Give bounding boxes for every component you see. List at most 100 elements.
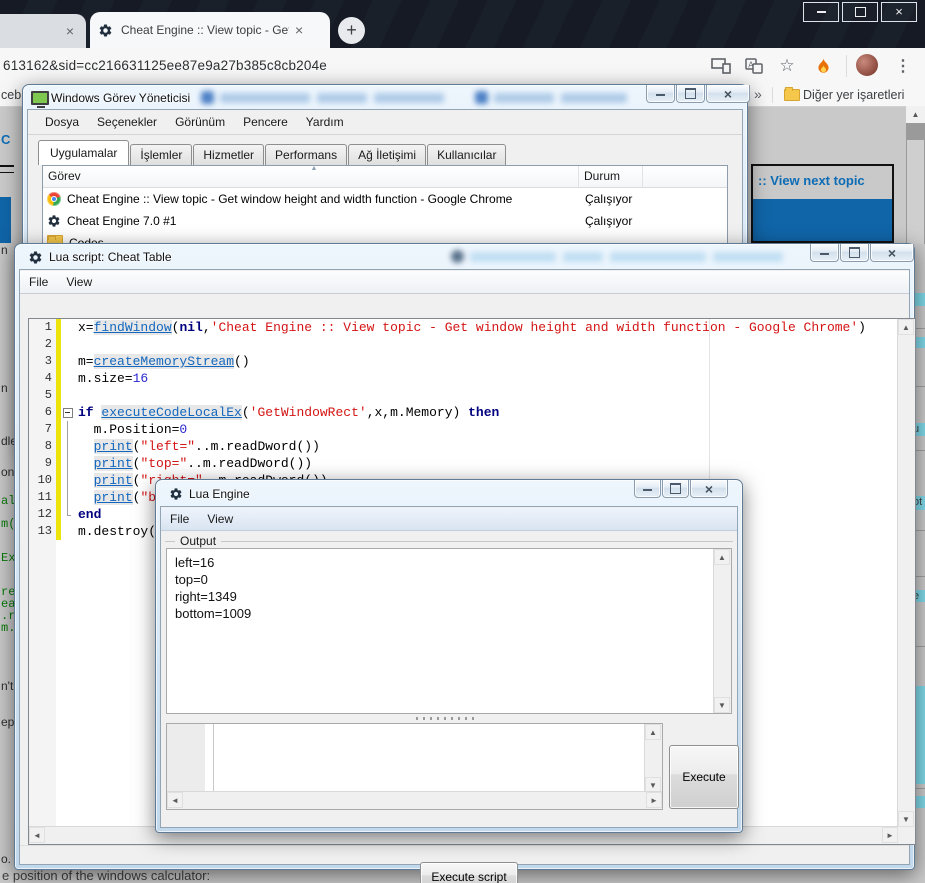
page-bottom-text: e position of the windows calculator: xyxy=(2,868,210,883)
code-text: m.destroy() xyxy=(74,523,164,540)
output-box[interactable]: left=16top=0right=1349bottom=1009 ▲ ▼ xyxy=(166,548,732,714)
menu-item-file[interactable]: File xyxy=(20,272,57,292)
editor-vscrollbar[interactable]: ▲ ▼ xyxy=(897,319,915,827)
scroll-up-icon[interactable]: ▲ xyxy=(906,106,925,123)
browser-maximize-button[interactable] xyxy=(842,2,878,22)
devices-icon[interactable] xyxy=(710,55,732,77)
fold-gutter xyxy=(61,370,74,387)
minimize-button[interactable] xyxy=(634,480,661,498)
menu-item-file[interactable]: File xyxy=(161,509,198,529)
line-number: 5 xyxy=(29,387,56,404)
line-number: 10 xyxy=(29,472,56,489)
code-line[interactable]: 8 print("left="..m.readDword()) xyxy=(29,438,898,455)
execute-button[interactable]: Execute xyxy=(669,745,739,809)
table-row[interactable]: Cheat Engine 7.0 #1Çalışıyor xyxy=(43,210,727,232)
menu-item-dosya[interactable]: Dosya xyxy=(36,112,88,132)
tab-kullanıcılar[interactable]: Kullanıcılar xyxy=(427,144,506,165)
profile-avatar[interactable] xyxy=(856,54,878,76)
address-bar[interactable]: 613162&sid=cc216631125ee87e9a27b385c8cb2… xyxy=(3,58,327,73)
tab-close-icon[interactable]: × xyxy=(295,22,303,38)
other-bookmarks-label[interactable]: Diğer yer işaretleri xyxy=(803,88,904,102)
code-line[interactable]: 3m=createMemoryStream() xyxy=(29,353,898,370)
line-number: 2 xyxy=(29,336,56,353)
view-next-topic-link[interactable]: :: View next topic xyxy=(758,173,865,188)
menu-item-view[interactable]: View xyxy=(57,272,101,292)
menu-item-görünüm[interactable]: Görünüm xyxy=(166,112,234,132)
code-line[interactable]: 4m.size=16 xyxy=(29,370,898,387)
scrollbar-corner xyxy=(898,827,915,844)
scroll-up-icon[interactable]: ▲ xyxy=(714,549,730,565)
close-button[interactable]: × xyxy=(870,244,914,262)
browser-tab-active[interactable]: Cheat Engine :: View topic - Get w × xyxy=(90,12,330,48)
line-number: 1 xyxy=(29,319,56,336)
fold-marker-icon[interactable] xyxy=(61,404,74,421)
menu-item-view[interactable]: View xyxy=(198,509,242,529)
close-button[interactable]: × xyxy=(706,85,750,103)
code-line[interactable]: 9 print("top="..m.readDword()) xyxy=(29,455,898,472)
minimize-button[interactable] xyxy=(646,85,675,103)
tab-performans[interactable]: Performans xyxy=(265,144,347,165)
maximize-button[interactable] xyxy=(840,244,869,262)
column-header-empty[interactable] xyxy=(643,166,727,187)
column-header-task[interactable]: Görev▲ xyxy=(43,166,579,187)
minimize-button[interactable] xyxy=(810,244,839,262)
cheat-engine-gear-icon xyxy=(28,250,43,270)
splitter-handle[interactable] xyxy=(416,717,476,720)
browser-menu-icon[interactable]: ⋮ xyxy=(892,55,914,77)
output-group-label: Output xyxy=(175,534,221,548)
fold-gutter xyxy=(61,387,74,404)
code-text: print("top="..m.readDword()) xyxy=(74,455,312,472)
column-header-status[interactable]: Durum xyxy=(579,166,643,187)
scrollbar-thumb[interactable] xyxy=(907,140,924,244)
input-hscrollbar[interactable]: ◄ ► xyxy=(167,791,662,809)
menu-item-pencere[interactable]: Pencere xyxy=(234,112,297,132)
line-number: 13 xyxy=(29,523,56,540)
script-input-box[interactable]: ▲ ▼ ◄ ► xyxy=(166,723,663,810)
bookmark-fragment[interactable]: ceb xyxy=(1,88,21,102)
scroll-left-icon[interactable]: ◄ xyxy=(29,827,45,843)
maximize-button[interactable] xyxy=(662,480,689,498)
tab-ağ i̇letişimi[interactable]: Ağ İletişimi xyxy=(348,144,426,165)
tab-title: Cheat Engine :: View topic - Get w xyxy=(121,23,289,37)
flame-extension-icon[interactable] xyxy=(812,55,834,77)
page-scrollbar[interactable]: ▲ xyxy=(906,106,925,244)
scroll-up-icon[interactable]: ▲ xyxy=(898,319,914,335)
browser-minimize-button[interactable] xyxy=(803,2,839,22)
tab-hizmetler[interactable]: Hizmetler xyxy=(193,144,264,165)
new-tab-button[interactable]: + xyxy=(338,17,365,44)
maximize-button[interactable] xyxy=(676,85,705,103)
browser-close-button[interactable]: × xyxy=(881,2,917,22)
fold-gutter xyxy=(61,336,74,353)
scroll-up-icon[interactable]: ▲ xyxy=(645,724,661,740)
page-text-fragment: C xyxy=(1,132,10,147)
scroll-left-icon[interactable]: ◄ xyxy=(167,792,183,808)
task-manager-tabs: UygulamalarİşlemlerHizmetlerPerformansAğ… xyxy=(38,140,507,165)
tab-i̇şlemler[interactable]: İşlemler xyxy=(130,144,192,165)
bookmarks-overflow-chevron[interactable]: » xyxy=(754,86,762,102)
menu-item-yardım[interactable]: Yardım xyxy=(297,112,353,132)
execute-script-button[interactable]: Execute script xyxy=(420,862,518,883)
browser-tab-inactive[interactable]: × xyxy=(0,14,86,48)
code-line[interactable]: 6if executeCodeLocalEx('GetWindowRect',x… xyxy=(29,404,898,421)
scroll-down-icon[interactable]: ▼ xyxy=(714,697,730,713)
scroll-down-icon[interactable]: ▼ xyxy=(898,811,914,827)
line-number: 4 xyxy=(29,370,56,387)
close-button[interactable]: × xyxy=(690,480,728,498)
output-line: bottom=1009 xyxy=(175,605,251,622)
code-line[interactable]: 1x=findWindow(nil,'Cheat Engine :: View … xyxy=(29,319,898,336)
window-title: Lua Engine xyxy=(189,487,250,501)
page-text-fragment: n xyxy=(1,381,8,395)
code-line[interactable]: 5 xyxy=(29,387,898,404)
translate-icon[interactable]: A xyxy=(743,55,765,77)
scroll-right-icon[interactable]: ► xyxy=(646,792,662,808)
table-row[interactable]: Cheat Engine :: View topic - Get window … xyxy=(43,188,727,210)
tab-uygulamalar[interactable]: Uygulamalar xyxy=(38,140,129,165)
code-line[interactable]: 2 xyxy=(29,336,898,353)
bookmark-star-icon[interactable]: ☆ xyxy=(776,55,798,77)
menu-item-seçenekler[interactable]: Seçenekler xyxy=(88,112,166,132)
scroll-right-icon[interactable]: ► xyxy=(882,827,898,843)
code-line[interactable]: 7 m.Position=0 xyxy=(29,421,898,438)
output-vscrollbar[interactable]: ▲ ▼ xyxy=(713,549,731,713)
tab-close-icon[interactable]: × xyxy=(66,23,74,39)
input-vscrollbar[interactable]: ▲ ▼ xyxy=(644,724,662,793)
